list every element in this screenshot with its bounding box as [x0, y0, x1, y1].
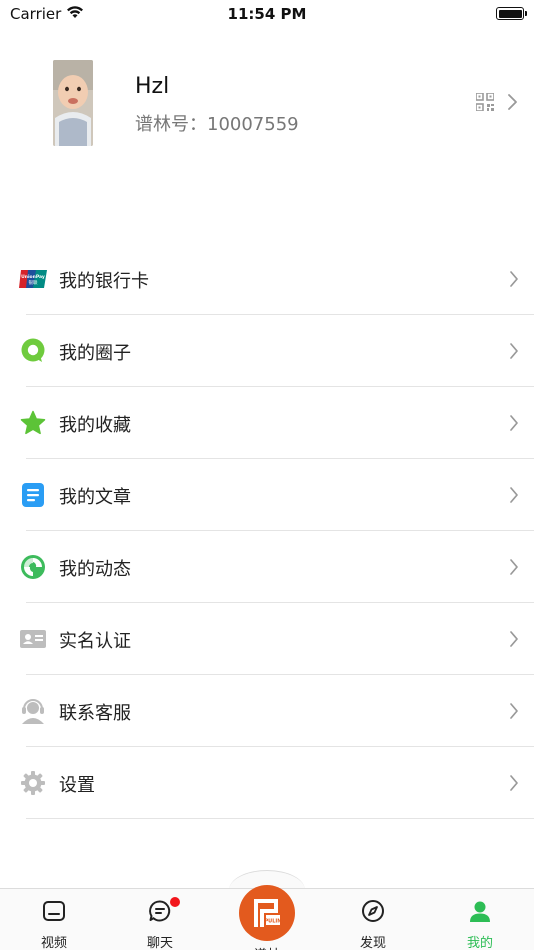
battery-icon — [496, 7, 527, 20]
qr-code-icon[interactable] — [476, 93, 494, 111]
chevron-right-icon — [510, 775, 518, 791]
video-icon — [43, 901, 65, 921]
menu-item-label: 实名认证 — [59, 631, 131, 652]
customer-service-icon — [19, 697, 47, 725]
menu-item-label: 设置 — [59, 775, 95, 796]
compass-icon — [362, 900, 384, 922]
tab-label: 发现 — [359, 936, 386, 950]
svg-text:UnionPay: UnionPay — [21, 274, 45, 280]
divider — [26, 818, 534, 819]
circle-chat-icon — [19, 337, 47, 365]
menu-item-circle[interactable]: 我的圈子 — [0, 315, 534, 387]
tab-pulin[interactable]: PULIN — [239, 885, 295, 941]
tab-label: 谱林 — [227, 944, 307, 950]
menu-item-bank-card[interactable]: UnionPay 银联 我的银行卡 — [0, 243, 534, 315]
pulin-logo-text: PULIN — [265, 919, 282, 925]
menu-item-label: 我的文章 — [59, 487, 131, 508]
menu-item-customer-service[interactable]: 联系客服 — [0, 675, 534, 747]
tab-label: 视频 — [40, 936, 67, 950]
avatar[interactable] — [53, 60, 93, 146]
chevron-right-icon — [510, 703, 518, 719]
chevron-right-icon — [510, 487, 518, 503]
menu-item-settings[interactable]: 设置 — [0, 747, 534, 819]
menu-item-favorites[interactable]: 我的收藏 — [0, 387, 534, 459]
chevron-right-icon — [510, 559, 518, 575]
profile-icon — [470, 901, 490, 922]
notification-badge — [170, 897, 180, 907]
chat-icon — [149, 900, 171, 922]
svg-text:银联: 银联 — [29, 279, 38, 286]
document-icon — [19, 481, 47, 509]
chevron-right-icon[interactable] — [507, 93, 519, 111]
tab-label: 我的 — [466, 936, 493, 950]
profile-name: Hzl — [135, 74, 170, 99]
chevron-right-icon — [510, 415, 518, 431]
menu-item-articles[interactable]: 我的文章 — [0, 459, 534, 531]
chevron-right-icon — [510, 343, 518, 359]
menu-list: UnionPay 银联 我的银行卡 我的圈子 我的收藏 我的文章 我的动态 实名… — [0, 243, 534, 819]
chevron-right-icon — [510, 631, 518, 647]
profile-header[interactable]: Hzl 谱林号：10007559 — [0, 58, 534, 148]
menu-item-real-name[interactable]: 实名认证 — [0, 603, 534, 675]
menu-item-label: 我的收藏 — [59, 415, 131, 436]
id-card-icon — [19, 625, 47, 653]
star-icon — [19, 409, 47, 437]
tab-label: 聊天 — [146, 936, 173, 950]
chevron-right-icon — [510, 271, 518, 287]
tab-discover[interactable]: 发现 — [333, 889, 413, 950]
profile-id: 谱林号：10007559 — [135, 114, 299, 135]
tab-chat[interactable]: 聊天 — [120, 889, 200, 950]
clock: 11:54 PM — [227, 5, 307, 23]
menu-item-label: 我的银行卡 — [59, 271, 149, 292]
menu-item-label: 联系客服 — [59, 703, 131, 724]
tab-profile[interactable]: 我的 — [440, 889, 520, 950]
gear-icon — [19, 769, 47, 797]
menu-item-label: 我的圈子 — [59, 343, 131, 364]
menu-item-moments[interactable]: 我的动态 — [0, 531, 534, 603]
moments-icon — [19, 553, 47, 581]
pulin-logo-icon: PULIN — [254, 899, 282, 927]
unionpay-card-icon: UnionPay 银联 — [19, 265, 47, 293]
menu-item-label: 我的动态 — [59, 559, 131, 580]
tab-video[interactable]: 视频 — [14, 889, 94, 950]
status-bar: Carrier 11:54 PM — [0, 0, 534, 30]
